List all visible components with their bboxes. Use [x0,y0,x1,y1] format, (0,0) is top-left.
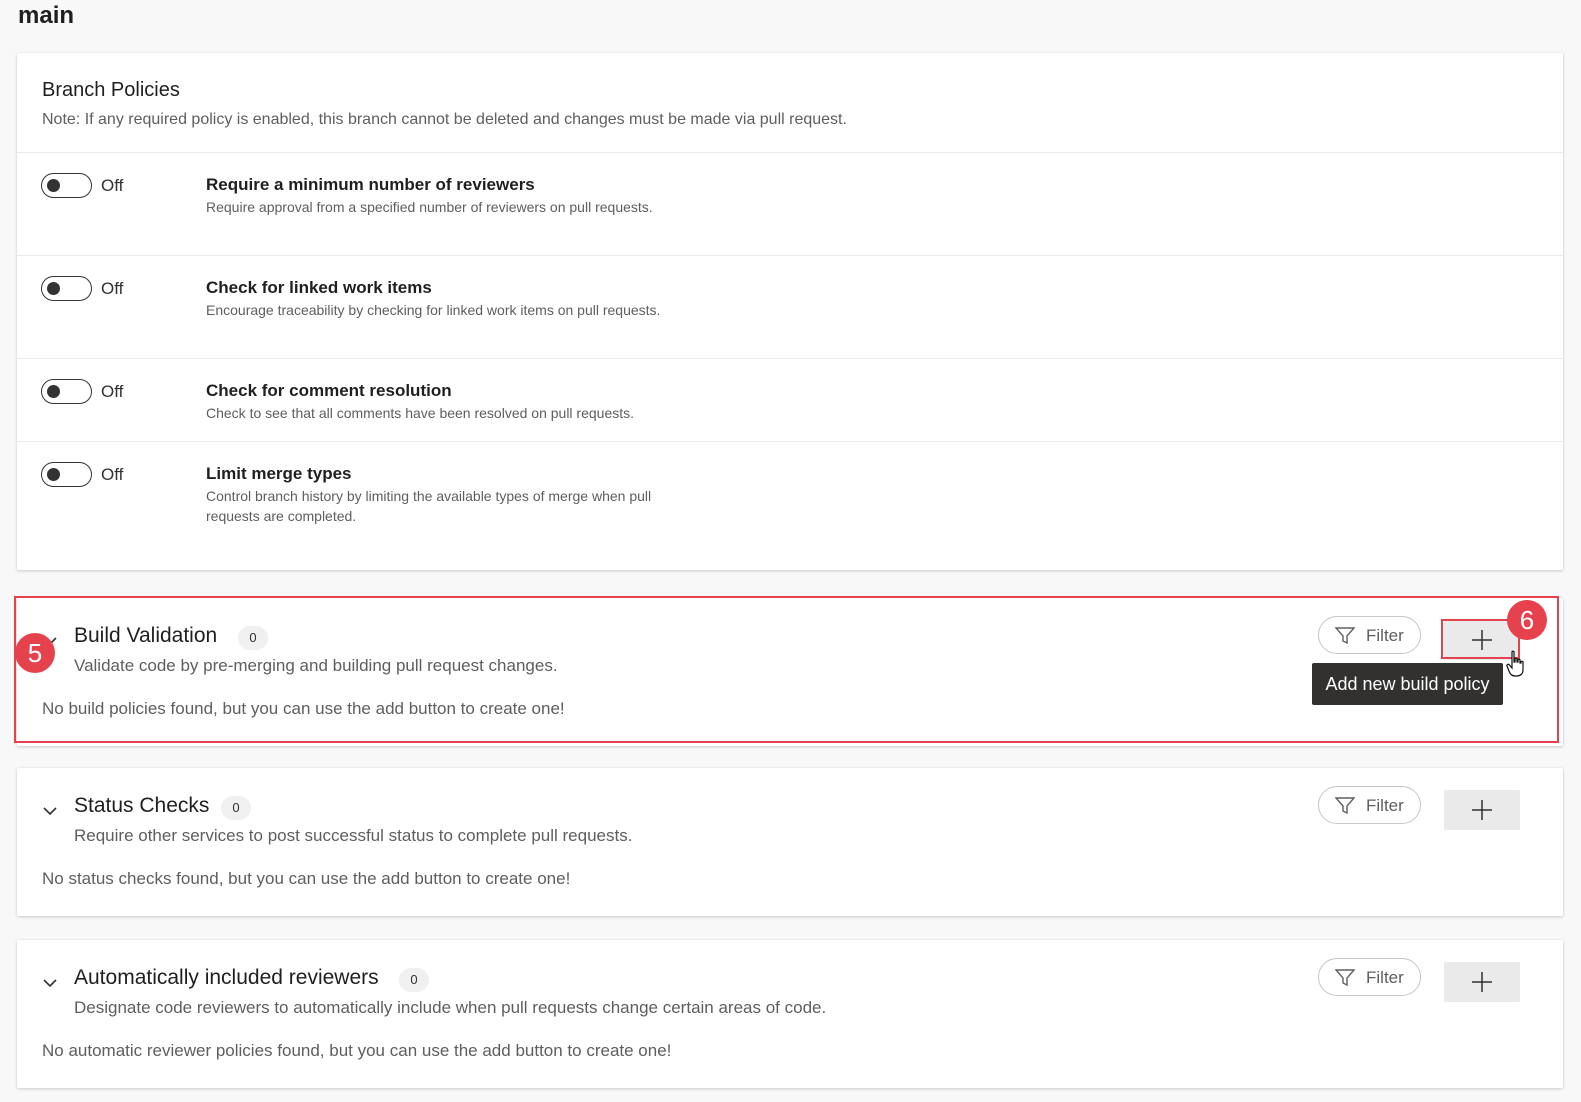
add-status-check-button[interactable] [1444,790,1520,830]
toggle-knob [47,282,60,295]
linked-work-items-toggle[interactable] [41,276,92,301]
policy-row-linked-work-items: Off Check for linked work items Encourag… [17,256,1563,359]
add-reviewer-policy-button[interactable] [1444,962,1520,1002]
filter-icon [1335,797,1355,815]
hand-pointer-icon [1506,650,1524,677]
branch-policies-card: Branch Policies Note: If any required po… [17,53,1563,570]
chevron-down-icon[interactable] [41,802,59,820]
comment-resolution-toggle[interactable] [41,379,92,404]
toggle-state-label: Off [101,465,124,484]
policy-title: Check for linked work items [206,278,432,297]
toggle-knob [47,179,60,192]
toggle-state-label: Off [101,279,124,298]
section-description: Require other services to post successfu… [74,826,633,845]
step-badge-5: 5 [15,633,55,673]
auto-reviewers-section: Automatically included reviewers 0 Desig… [17,940,1563,1088]
merge-types-toggle[interactable] [41,462,92,487]
policy-row-merge-types: Off Limit merge types Control branch his… [17,442,1563,552]
policy-title: Limit merge types [206,464,352,483]
section-description: Validate code by pre-merging and buildin… [74,656,558,675]
policy-row-min-reviewers: Off Require a minimum number of reviewer… [17,153,1563,256]
filter-label: Filter [1366,968,1404,987]
add-build-policy-tooltip: Add new build policy [1312,663,1503,705]
policy-description: Encourage traceability by checking for l… [206,302,661,318]
filter-label: Filter [1366,796,1404,815]
status-checks-section: Status Checks 0 Require other services t… [17,768,1563,916]
branch-policies-note: Note: If any required policy is enabled,… [42,111,847,128]
filter-button[interactable]: Filter [1318,616,1421,654]
chevron-down-icon[interactable] [41,974,59,992]
policy-description: Require approval from a specified number… [206,199,653,215]
section-description: Designate code reviewers to automaticall… [74,998,827,1017]
toggle-state-label: Off [101,382,124,401]
step-badge-6: 6 [1507,600,1547,640]
plus-icon [1472,800,1492,820]
policy-title: Check for comment resolution [206,381,452,400]
toggle-knob [47,385,60,398]
plus-icon [1472,972,1492,992]
empty-message: No status checks found, but you can use … [42,869,571,888]
filter-button[interactable]: Filter [1318,958,1421,996]
count-badge: 0 [399,968,429,992]
section-title: Automatically included reviewers [74,966,379,989]
filter-label: Filter [1366,626,1404,645]
policy-description: Control branch history by limiting the a… [206,488,652,524]
section-title: Build Validation [74,624,218,647]
branch-policies-header: Branch Policies Note: If any required po… [17,53,1563,153]
count-badge: 0 [221,796,251,820]
page-title: main [18,2,75,29]
policy-title: Require a minimum number of reviewers [206,175,535,194]
plus-icon [1472,630,1492,650]
branch-policies-title: Branch Policies [42,79,180,101]
empty-message: No build policies found, but you can use… [42,699,565,718]
policy-row-comment-resolution: Off Check for comment resolution Check t… [17,359,1563,442]
toggle-state-label: Off [101,176,124,195]
filter-button[interactable]: Filter [1318,786,1421,824]
section-title: Status Checks [74,794,210,817]
min-reviewers-toggle[interactable] [41,173,92,198]
empty-message: No automatic reviewer policies found, bu… [42,1041,672,1060]
filter-icon [1335,969,1355,987]
filter-icon [1335,627,1355,645]
count-badge: 0 [238,626,268,650]
policy-description: Check to see that all comments have been… [206,405,635,421]
toggle-knob [47,468,60,481]
